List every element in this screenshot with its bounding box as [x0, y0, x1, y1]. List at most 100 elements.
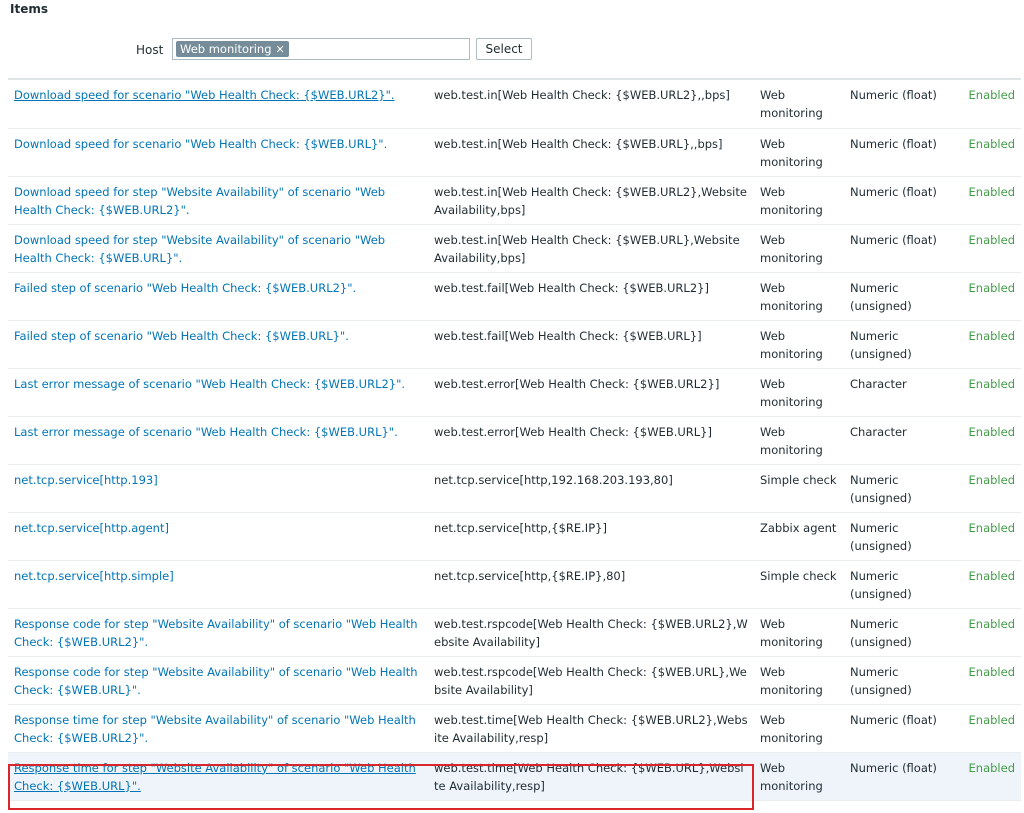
item-key-cell: web.test.fail[Web Health Check: {$WEB.UR… — [428, 320, 754, 369]
item-type-cell: Web monitoring — [754, 128, 844, 177]
items-table: Download speed for scenario "Web Health … — [8, 80, 1021, 801]
table-row: net.tcp.service[http.193] net.tcp.service… — [8, 464, 1021, 513]
item-name-cell: Response time for step "Website Availabi… — [8, 704, 428, 753]
table-row: Download speed for step "Website Availab… — [8, 224, 1021, 273]
item-status-cell: Enabled — [954, 416, 1021, 465]
item-name-cell: net.tcp.service[http.193] — [8, 464, 428, 513]
item-status-cell: Enabled — [954, 464, 1021, 513]
item-key-cell: web.test.in[Web Health Check: {$WEB.URL2… — [428, 80, 754, 129]
item-name-cell: Last error message of scenario "Web Heal… — [8, 416, 428, 465]
table-row: Response time for step "Website Availabi… — [8, 752, 1021, 801]
item-name-cell: Download speed for scenario "Web Health … — [8, 80, 428, 129]
item-key-cell: web.test.rspcode[Web Health Check: {$WEB… — [428, 608, 754, 657]
item-status-cell: Enabled — [954, 80, 1021, 129]
item-name-link[interactable]: Response time for step "Website Availabi… — [14, 761, 416, 793]
item-key-cell: web.test.fail[Web Health Check: {$WEB.UR… — [428, 272, 754, 321]
item-name-link[interactable]: Response code for step "Website Availabi… — [14, 665, 418, 697]
item-status-cell: Enabled — [954, 176, 1021, 225]
item-status-cell: Enabled — [954, 368, 1021, 417]
item-status-cell: Enabled — [954, 512, 1021, 561]
item-name-link[interactable]: Last error message of scenario "Web Heal… — [14, 425, 398, 439]
item-key-cell: web.test.time[Web Health Check: {$WEB.UR… — [428, 752, 754, 801]
host-multiselect-input[interactable]: Web monitoring ✕ — [172, 38, 470, 60]
item-info-cell: Numeric (unsigned) — [844, 272, 954, 321]
item-status-cell: Enabled — [954, 128, 1021, 177]
item-key-cell: web.test.in[Web Health Check: {$WEB.URL}… — [428, 128, 754, 177]
remove-icon[interactable]: ✕ — [276, 43, 285, 56]
item-name-cell: net.tcp.service[http.simple] — [8, 560, 428, 609]
item-name-link[interactable]: Download speed for step "Website Availab… — [14, 233, 385, 265]
item-key-cell: web.test.in[Web Health Check: {$WEB.URL}… — [428, 224, 754, 273]
page-title: Items — [10, 2, 48, 16]
table-row: Response code for step "Website Availabi… — [8, 608, 1021, 657]
item-type-cell: Web monitoring — [754, 752, 844, 801]
table-row: Response code for step "Website Availabi… — [8, 656, 1021, 705]
item-name-cell: Failed step of scenario "Web Health Chec… — [8, 272, 428, 321]
item-name-link[interactable]: net.tcp.service[http.simple] — [14, 569, 174, 583]
item-status-cell: Enabled — [954, 608, 1021, 657]
items-table-body: Download speed for scenario "Web Health … — [8, 80, 1021, 801]
item-key-cell: web.test.rspcode[Web Health Check: {$WEB… — [428, 656, 754, 705]
table-row: Last error message of scenario "Web Heal… — [8, 368, 1021, 417]
table-row: Response time for step "Website Availabi… — [8, 704, 1021, 753]
item-name-link[interactable]: net.tcp.service[http.agent] — [14, 521, 169, 535]
item-name-link[interactable]: Response time for step "Website Availabi… — [14, 713, 416, 745]
item-status-cell: Enabled — [954, 320, 1021, 369]
item-type-cell: Web monitoring — [754, 416, 844, 465]
table-row: Download speed for scenario "Web Health … — [8, 80, 1021, 129]
item-type-cell: Web monitoring — [754, 80, 844, 129]
item-info-cell: Numeric (unsigned) — [844, 560, 954, 609]
table-row: Failed step of scenario "Web Health Chec… — [8, 272, 1021, 321]
item-status-cell: Enabled — [954, 272, 1021, 321]
host-chip: Web monitoring ✕ — [176, 41, 289, 57]
item-name-link[interactable]: Failed step of scenario "Web Health Chec… — [14, 281, 356, 295]
item-name-cell: Response code for step "Website Availabi… — [8, 608, 428, 657]
item-name-cell: Response code for step "Website Availabi… — [8, 656, 428, 705]
item-key-cell: net.tcp.service[http,192.168.203.193,80] — [428, 464, 754, 513]
item-name-cell: Response time for step "Website Availabi… — [8, 752, 428, 801]
item-info-cell: Numeric (float) — [844, 704, 954, 753]
item-type-cell: Simple check — [754, 560, 844, 609]
item-name-link[interactable]: Response code for step "Website Availabi… — [14, 617, 418, 649]
item-name-link[interactable]: Failed step of scenario "Web Health Chec… — [14, 329, 349, 343]
item-info-cell: Numeric (float) — [844, 224, 954, 273]
item-name-cell: Download speed for step "Website Availab… — [8, 224, 428, 273]
item-info-cell: Numeric (float) — [844, 752, 954, 801]
item-info-cell: Numeric (float) — [844, 128, 954, 177]
item-type-cell: Web monitoring — [754, 608, 844, 657]
item-name-link[interactable]: net.tcp.service[http.193] — [14, 473, 158, 487]
host-label: Host — [136, 43, 164, 57]
item-status-cell: Enabled — [954, 656, 1021, 705]
item-info-cell: Numeric (unsigned) — [844, 512, 954, 561]
item-info-cell: Numeric (unsigned) — [844, 656, 954, 705]
item-name-link[interactable]: Download speed for scenario "Web Health … — [14, 137, 387, 151]
item-type-cell: Web monitoring — [754, 272, 844, 321]
item-type-cell: Web monitoring — [754, 224, 844, 273]
select-button[interactable]: Select — [476, 38, 532, 60]
item-key-cell: web.test.error[Web Health Check: {$WEB.U… — [428, 368, 754, 417]
item-key-cell: net.tcp.service[http,{$RE.IP}] — [428, 512, 754, 561]
table-row: Last error message of scenario "Web Heal… — [8, 416, 1021, 465]
host-chip-label: Web monitoring — [180, 42, 272, 56]
item-type-cell: Web monitoring — [754, 176, 844, 225]
table-row: Download speed for scenario "Web Health … — [8, 128, 1021, 177]
item-name-link[interactable]: Last error message of scenario "Web Heal… — [14, 377, 405, 391]
item-key-cell: net.tcp.service[http,{$RE.IP},80] — [428, 560, 754, 609]
item-name-link[interactable]: Download speed for scenario "Web Health … — [14, 88, 395, 102]
table-row: net.tcp.service[http.simple] net.tcp.serv… — [8, 560, 1021, 609]
item-info-cell: Numeric (unsigned) — [844, 608, 954, 657]
item-status-cell: Enabled — [954, 560, 1021, 609]
item-type-cell: Web monitoring — [754, 704, 844, 753]
item-status-cell: Enabled — [954, 224, 1021, 273]
item-type-cell: Zabbix agent — [754, 512, 844, 561]
table-row: Failed step of scenario "Web Health Chec… — [8, 320, 1021, 369]
item-name-cell: Download speed for step "Website Availab… — [8, 176, 428, 225]
item-type-cell: Web monitoring — [754, 656, 844, 705]
item-info-cell: Numeric (unsigned) — [844, 320, 954, 369]
item-status-cell: Enabled — [954, 752, 1021, 801]
item-name-link[interactable]: Download speed for step "Website Availab… — [14, 185, 385, 217]
table-row: Download speed for step "Website Availab… — [8, 176, 1021, 225]
item-key-cell: web.test.time[Web Health Check: {$WEB.UR… — [428, 704, 754, 753]
item-info-cell: Numeric (float) — [844, 176, 954, 225]
item-name-cell: Last error message of scenario "Web Heal… — [8, 368, 428, 417]
